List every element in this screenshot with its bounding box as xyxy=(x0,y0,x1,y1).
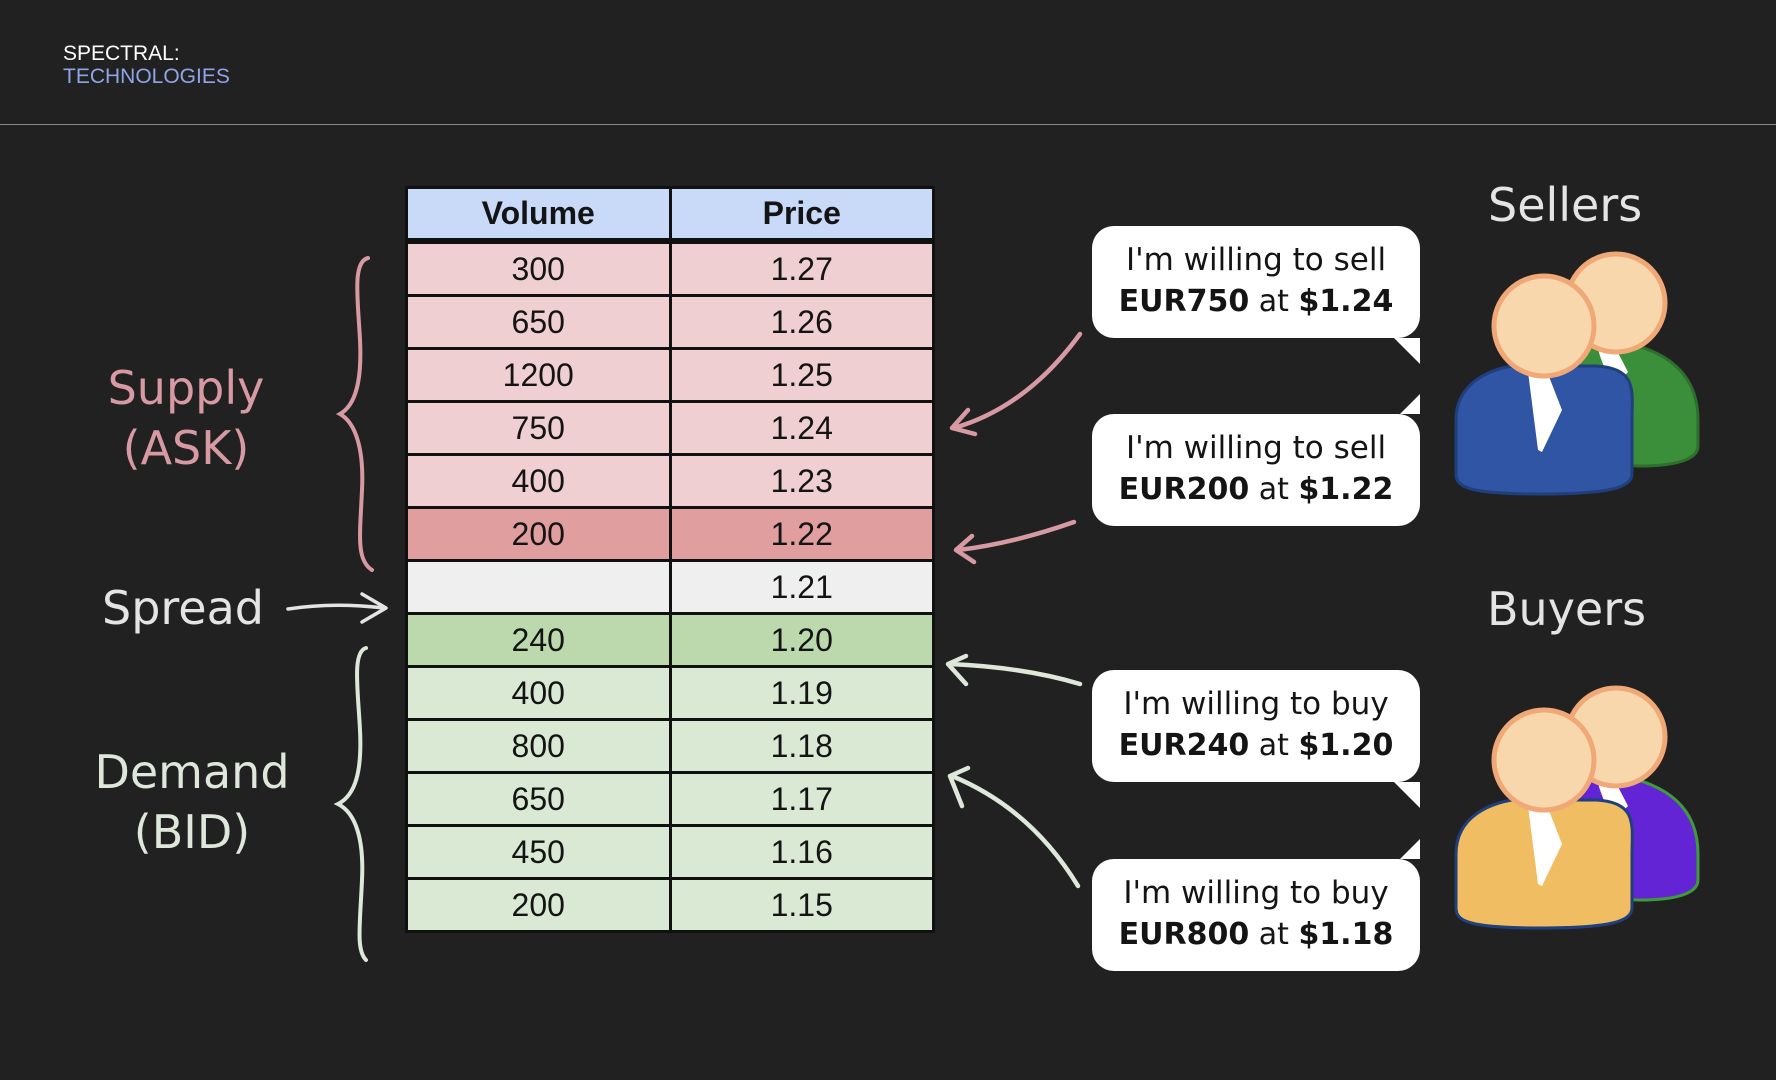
buy-arrow-1 xyxy=(945,653,1083,687)
demand-brace xyxy=(333,646,368,962)
spread-arrow xyxy=(286,592,388,624)
buy-arrow-2 xyxy=(947,765,1081,889)
sell-arrow-1 xyxy=(949,331,1083,437)
sellers-group-icon xyxy=(1454,251,1700,496)
supply-brace xyxy=(335,256,374,572)
sell-arrow-2 xyxy=(953,519,1077,565)
diagram-overlay xyxy=(286,251,1700,962)
buyers-group-icon xyxy=(1454,685,1700,930)
